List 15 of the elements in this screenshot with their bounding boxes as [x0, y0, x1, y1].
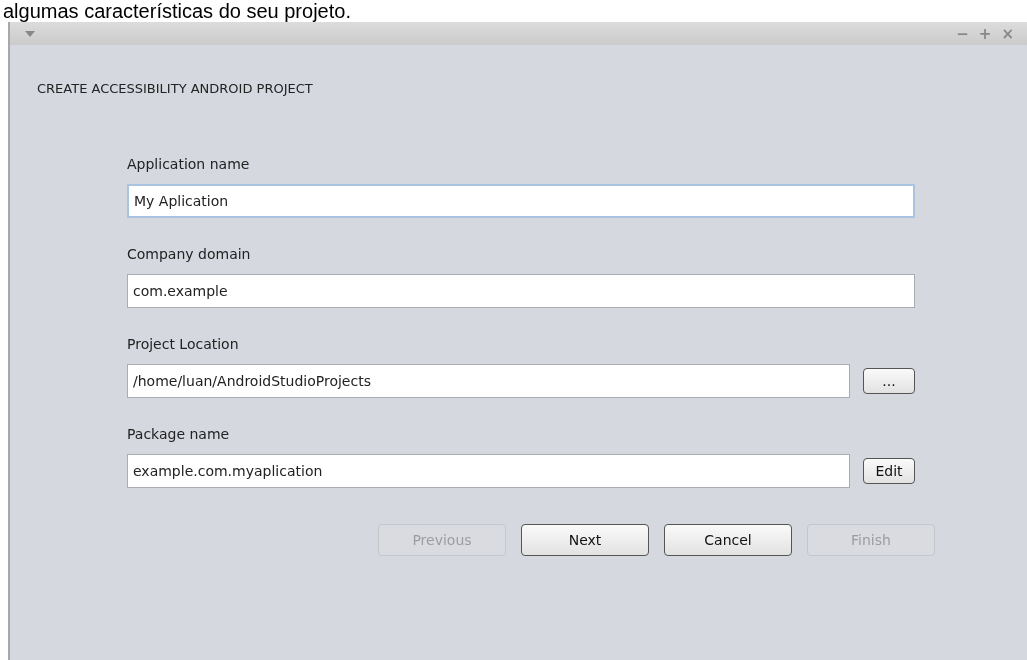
field-label: Package name — [127, 426, 230, 442]
input-field[interactable]: example.com.myaplication — [127, 454, 850, 488]
dropdown-icon[interactable] — [25, 30, 35, 37]
side-button[interactable]: ... — [863, 368, 915, 394]
wizard-button[interactable]: Next — [521, 524, 649, 556]
field-label: Company domain — [127, 246, 251, 262]
input-field[interactable]: My Aplication — [127, 184, 915, 218]
input-field[interactable]: com.example — [127, 274, 915, 308]
wizard-button[interactable]: Cancel — [664, 524, 792, 556]
input-field[interactable]: /home/luan/AndroidStudioProjects — [127, 364, 850, 398]
caption-text: algumas características do seu projeto. — [3, 0, 351, 22]
field-label: Application name — [127, 156, 250, 172]
field-label: Project Location — [127, 336, 239, 352]
side-button[interactable]: Edit — [863, 458, 915, 484]
dialog-heading: CREATE ACCESSIBILITY ANDROID PROJECT — [37, 81, 313, 96]
